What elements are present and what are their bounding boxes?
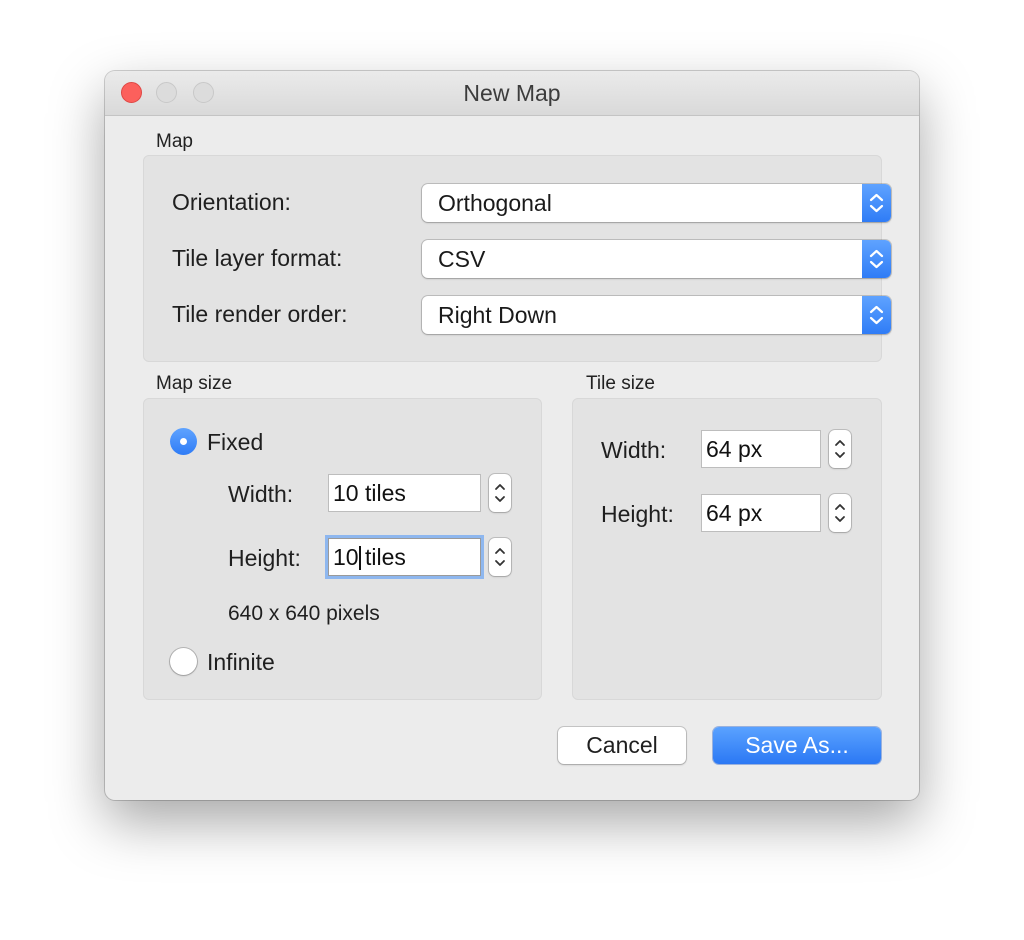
fixed-radio[interactable] [170,428,197,455]
new-map-dialog: New Map Map Orientation: Orthogonal Tile… [105,71,919,800]
tile-width-input[interactable]: 64 px [701,430,821,468]
infinite-radio[interactable] [170,648,197,675]
tile-size-label: Tile size [586,373,655,394]
map-width-input[interactable]: 10 tiles [328,474,481,512]
render-order-select[interactable]: Right Down [422,296,891,334]
tile-width-label: Width: [601,437,667,463]
map-height-value: 10 tiles [333,544,406,570]
save-as-button[interactable]: Save As... [713,727,881,764]
stepper-arrows-icon [835,504,845,522]
map-size-panel: Fixed Width: 10 tiles Height: 10 tiles 6… [143,398,542,700]
tile-height-value: 64 px [706,500,763,526]
window-title: New Map [463,80,561,106]
tile-size-panel: Width: 64 px Height: 64 px [572,398,882,700]
map-height-stepper[interactable] [489,538,511,576]
render-order-label: Tile render order: [172,301,348,327]
tile-height-input[interactable]: 64 px [701,494,821,532]
tile-width-stepper[interactable] [829,430,851,468]
map-height-input[interactable]: 10 tiles [328,538,481,576]
layer-format-value: CSV [438,246,486,272]
text-caret [359,546,361,570]
stepper-arrows-icon [495,484,505,502]
fixed-label[interactable]: Fixed [207,429,263,456]
orientation-select[interactable]: Orthogonal [422,184,891,222]
map-size-label: Map size [156,373,233,394]
layer-format-label: Tile layer format: [172,245,343,271]
orientation-label: Orientation: [172,189,291,215]
render-order-value: Right Down [438,302,557,328]
map-group-label: Map [156,131,193,152]
title-bar[interactable]: New Map [105,71,919,116]
up-down-chevron-icon [862,296,891,334]
up-down-chevron-icon [862,240,891,278]
map-width-stepper[interactable] [489,474,511,512]
layer-format-select[interactable]: CSV [422,240,891,278]
up-down-chevron-icon [862,184,891,222]
orientation-value: Orthogonal [438,190,552,216]
tile-height-stepper[interactable] [829,494,851,532]
stepper-arrows-icon [495,548,505,566]
map-width-value: 10 tiles [333,480,406,506]
map-height-label: Height: [228,545,301,571]
map-group-panel: Orientation: Orthogonal Tile layer forma… [143,155,891,362]
infinite-label[interactable]: Infinite [207,649,275,676]
cancel-button[interactable]: Cancel [558,727,686,764]
tile-height-label: Height: [601,501,674,527]
tile-width-value: 64 px [706,436,763,462]
stepper-arrows-icon [835,440,845,458]
map-width-label: Width: [228,481,294,507]
pixel-size-text: 640 x 640 pixels [228,602,380,625]
